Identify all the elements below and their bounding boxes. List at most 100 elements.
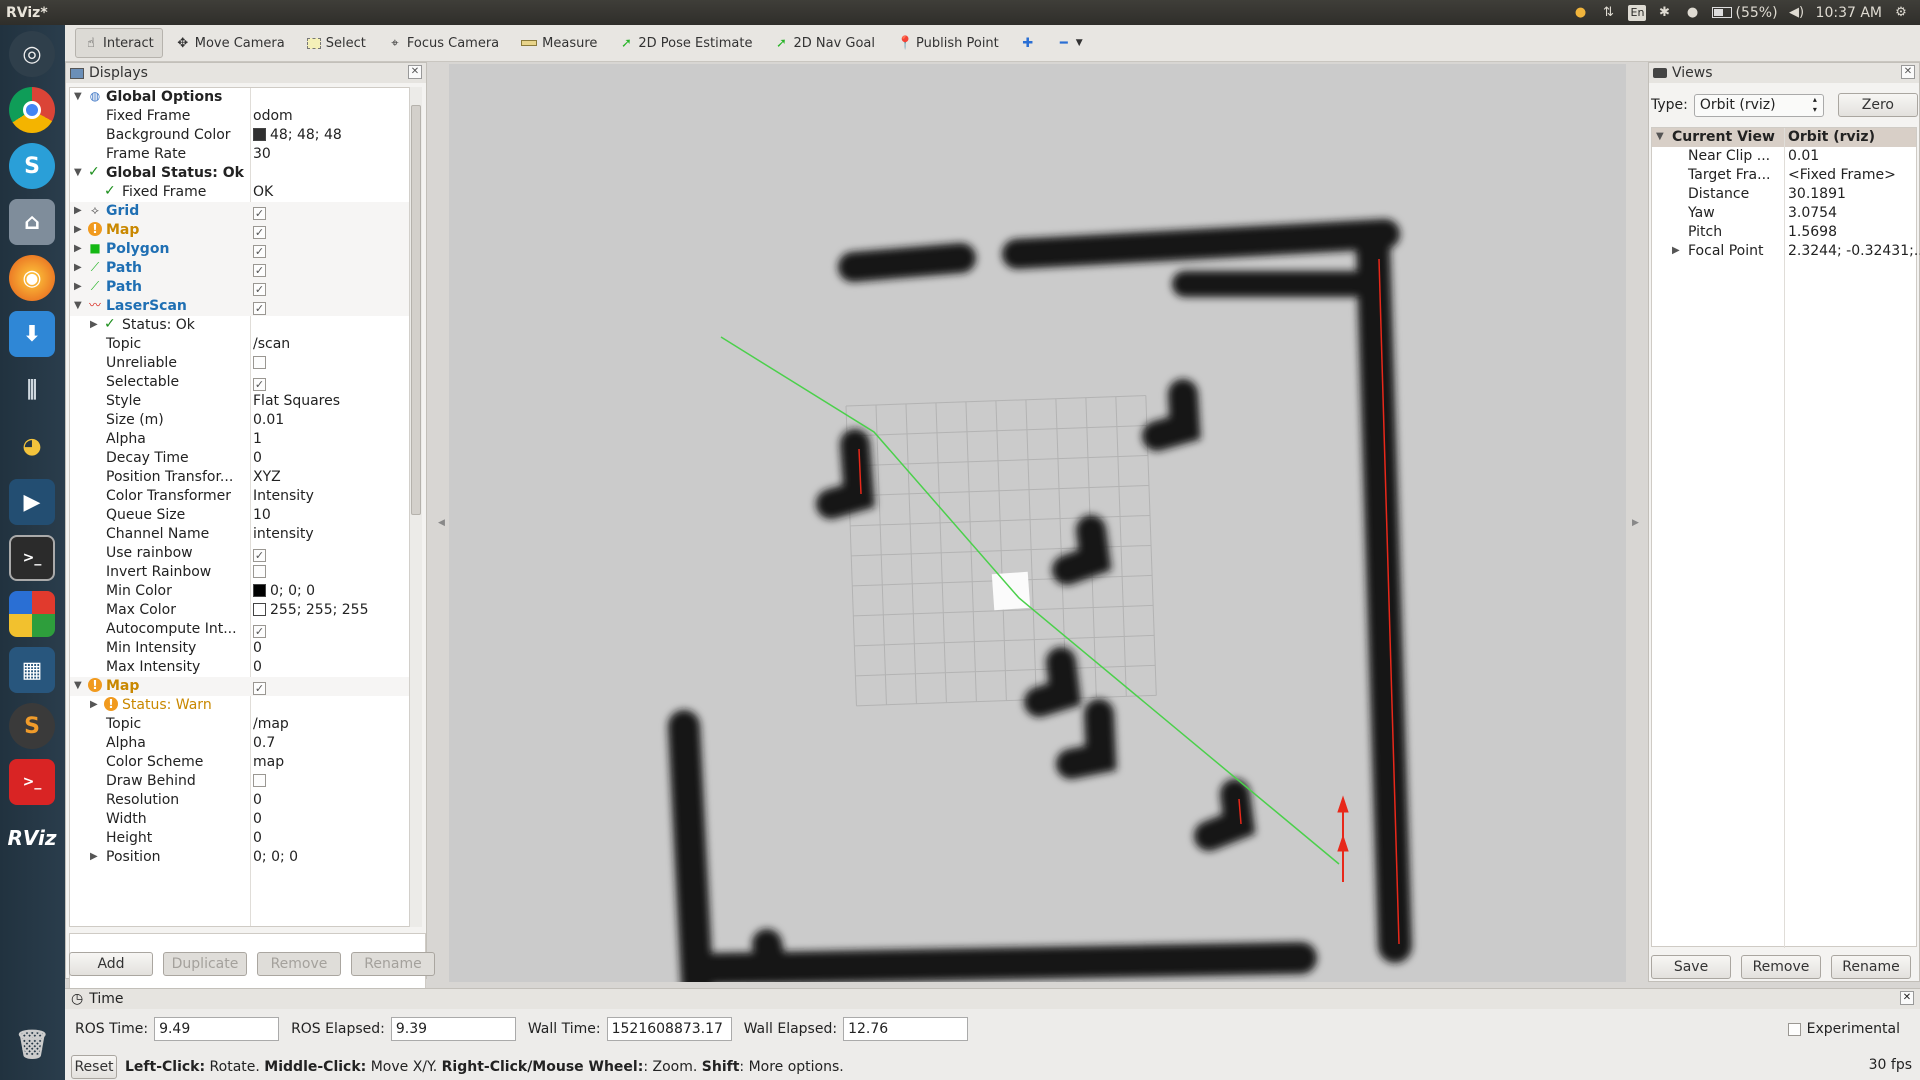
collapse-arrow-icon[interactable]: ▼ bbox=[74, 680, 82, 691]
color-swatch[interactable] bbox=[253, 603, 266, 616]
experimental-checkbox[interactable] bbox=[1787, 1022, 1801, 1036]
experimental-toggle[interactable]: Experimental bbox=[1787, 1021, 1900, 1037]
ros-elapsed-field[interactable]: 9.39 bbox=[390, 1017, 516, 1041]
remove-tool-button[interactable]: ━ ▼ bbox=[1048, 28, 1092, 58]
display-row[interactable]: Alpha 0.7 bbox=[70, 734, 409, 753]
display-row[interactable]: Width 0 bbox=[70, 810, 409, 829]
row-value[interactable]: ✓ bbox=[253, 621, 266, 638]
row-value[interactable]: 0 bbox=[253, 792, 262, 808]
app-grid-icon[interactable] bbox=[9, 591, 55, 637]
display-row[interactable]: Topic/map bbox=[70, 715, 409, 734]
zero-button[interactable]: Zero bbox=[1837, 93, 1918, 117]
display-row[interactable]: Channel Name intensity bbox=[70, 525, 409, 544]
display-row[interactable]: ▼! Map ✓ bbox=[70, 677, 409, 696]
row-value[interactable]: ✓ bbox=[253, 298, 266, 315]
row-value[interactable] bbox=[253, 564, 266, 580]
row-value[interactable]: 0; 0; 0 bbox=[253, 583, 315, 599]
enable-checkbox[interactable]: ✓ bbox=[253, 302, 266, 315]
row-value[interactable]: 1.5698 bbox=[1788, 224, 1837, 240]
tool-select[interactable]: Select bbox=[298, 28, 375, 58]
remove-display-button[interactable]: Remove bbox=[257, 952, 341, 976]
display-row[interactable]: Max Color 255; 255; 255 bbox=[70, 601, 409, 620]
wall-time-field[interactable]: 1521608873.17 bbox=[606, 1017, 732, 1041]
enable-checkbox[interactable] bbox=[253, 774, 266, 787]
wall-elapsed-field[interactable]: 12.76 bbox=[843, 1017, 969, 1041]
row-value[interactable]: 0.7 bbox=[253, 735, 275, 751]
row-value[interactable]: 0.01 bbox=[1788, 148, 1819, 164]
row-value[interactable] bbox=[253, 355, 266, 371]
row-value[interactable] bbox=[253, 773, 266, 789]
tool-2d-nav-goal[interactable]: ➚ 2D Nav Goal bbox=[765, 28, 884, 58]
row-value[interactable]: /scan bbox=[253, 336, 290, 352]
display-row[interactable]: Size (m) 0.01 bbox=[70, 411, 409, 430]
collapse-left-arrow-icon[interactable]: ◀ bbox=[438, 518, 445, 528]
display-row[interactable]: Color Transformer Intensity bbox=[70, 487, 409, 506]
expand-arrow-icon[interactable]: ▼ bbox=[1656, 131, 1664, 142]
sublime-icon[interactable]: S bbox=[9, 703, 55, 749]
display-row[interactable]: Draw Behind bbox=[70, 772, 409, 791]
tool-publish-point[interactable]: 📍 Publish Point bbox=[888, 28, 1008, 58]
tool-move-camera[interactable]: ✥ Move Camera bbox=[167, 28, 294, 58]
display-row[interactable]: Background Color 48; 48; 48 bbox=[70, 126, 409, 145]
row-value[interactable]: ✓ bbox=[253, 678, 266, 695]
display-row[interactable]: Max Intensity 0 bbox=[70, 658, 409, 677]
enable-checkbox[interactable]: ✓ bbox=[253, 207, 266, 220]
keyboard-layout-indicator[interactable]: En bbox=[1627, 4, 1646, 21]
network-arrows-icon[interactable]: ⇅ bbox=[1600, 5, 1618, 21]
display-row[interactable]: ▶ Position 0; 0; 0 bbox=[70, 848, 409, 867]
color-swatch[interactable] bbox=[253, 128, 266, 141]
row-value[interactable]: /map bbox=[253, 716, 289, 732]
trash-icon[interactable]: 🗑 bbox=[9, 1021, 55, 1067]
display-row[interactable]: ▼ ✓ Global Status: Ok bbox=[70, 164, 409, 183]
duplicate-display-button[interactable]: Duplicate bbox=[163, 952, 247, 976]
expand-arrow-icon[interactable]: ▶ bbox=[90, 699, 98, 710]
row-value[interactable]: odom bbox=[253, 108, 293, 124]
enable-checkbox[interactable]: ✓ bbox=[253, 549, 266, 562]
display-row[interactable]: ▶! Status: Warn bbox=[70, 696, 409, 715]
enable-checkbox[interactable]: ✓ bbox=[253, 245, 266, 258]
row-value[interactable]: ✓ bbox=[253, 279, 266, 296]
terminal-icon[interactable]: >_ bbox=[9, 535, 55, 581]
expand-arrow-icon[interactable]: ▶ bbox=[90, 319, 98, 330]
row-value[interactable]: 2.3244; -0.32431;... bbox=[1788, 243, 1920, 259]
tool-measure[interactable]: Measure bbox=[512, 28, 606, 58]
row-value[interactable]: Intensity bbox=[253, 488, 314, 504]
dash-home-icon[interactable]: ◎ bbox=[9, 31, 55, 77]
clock[interactable]: 10:37 AM bbox=[1816, 5, 1882, 21]
download-icon[interactable]: ⬇ bbox=[9, 311, 55, 357]
row-value[interactable]: 0; 0; 0 bbox=[253, 849, 298, 865]
ros-time-field[interactable]: 9.49 bbox=[154, 1017, 280, 1041]
collapse-right-arrow-icon[interactable]: ▶ bbox=[1632, 518, 1639, 528]
display-row[interactable]: Min Intensity 0 bbox=[70, 639, 409, 658]
display-row[interactable]: ✓ Fixed Frame OK bbox=[70, 183, 409, 202]
expand-arrow-icon[interactable]: ▶ bbox=[74, 243, 82, 254]
battery-indicator[interactable]: (55%) bbox=[1711, 5, 1778, 21]
remove-view-button[interactable]: Remove bbox=[1741, 955, 1821, 979]
bluetooth-icon[interactable]: ✱ bbox=[1656, 5, 1674, 21]
displays-tree[interactable]: ▼ ◍ Global Options Fixed Frame odom Backgroun… bbox=[69, 87, 410, 927]
row-value[interactable]: 48; 48; 48 bbox=[253, 127, 342, 143]
expand-arrow-icon[interactable]: ▶ bbox=[74, 281, 82, 292]
files-icon[interactable]: ⌂ bbox=[9, 199, 55, 245]
display-row[interactable]: ▶ ⟋ Path ✓ bbox=[70, 259, 409, 278]
row-value[interactable]: <Fixed Frame> bbox=[1788, 167, 1896, 183]
display-row[interactable]: ▶ ■ Polygon ✓ bbox=[70, 240, 409, 259]
expand-arrow-icon[interactable]: ▶ bbox=[1672, 245, 1680, 256]
display-row[interactable]: Autocompute Int... ✓ bbox=[70, 620, 409, 639]
render-viewport[interactable] bbox=[449, 64, 1626, 982]
tool-2d-pose-estimate[interactable]: ➚ 2D Pose Estimate bbox=[610, 28, 761, 58]
display-row[interactable]: ▶! Map ✓ bbox=[70, 221, 409, 240]
row-value[interactable]: 1 bbox=[253, 431, 262, 447]
enable-checkbox[interactable]: ✓ bbox=[253, 283, 266, 296]
display-row[interactable]: ▶ ⟡ Grid ✓ bbox=[70, 202, 409, 221]
row-value[interactable]: ✓ bbox=[253, 374, 266, 391]
row-value[interactable]: OK bbox=[253, 184, 273, 200]
display-row[interactable]: ▶ ✓ Status: Ok bbox=[70, 316, 409, 335]
row-value[interactable]: 0.01 bbox=[253, 412, 284, 428]
enable-checkbox[interactable] bbox=[253, 356, 266, 369]
row-value[interactable]: 255; 255; 255 bbox=[253, 602, 369, 618]
close-icon[interactable]: ✕ bbox=[1901, 65, 1915, 79]
display-row[interactable]: Unreliable bbox=[70, 354, 409, 373]
collapse-arrow-icon[interactable]: ▼ bbox=[74, 300, 82, 311]
display-row[interactable]: Min Color 0; 0; 0 bbox=[70, 582, 409, 601]
